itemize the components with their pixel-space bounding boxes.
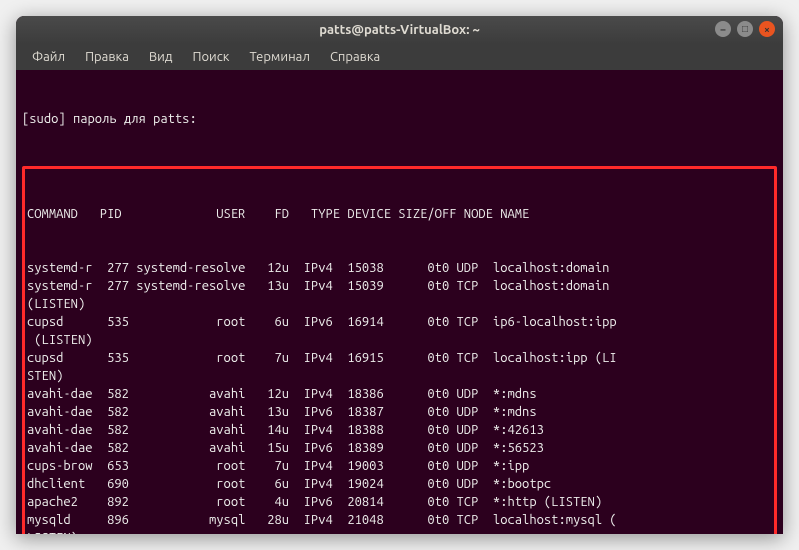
lsof-output-highlight: COMMAND PID USER FD TYPE DEVICE SIZE/OFF… (22, 166, 777, 534)
menubar: Файл Правка Вид Поиск Терминал Справка (16, 44, 783, 70)
menu-search[interactable]: Поиск (184, 48, 237, 66)
table-header-row: COMMAND PID USER FD TYPE DEVICE SIZE/OFF… (27, 205, 772, 223)
menu-terminal[interactable]: Терминал (241, 48, 317, 66)
table-row: (LISTEN) (27, 295, 772, 313)
terminal-body[interactable]: [sudo] пароль для patts: COMMAND PID USE… (16, 70, 783, 534)
terminal-window: patts@patts-VirtualBox: ~ – □ × Файл Пра… (16, 16, 783, 534)
window-controls: – □ × (715, 21, 775, 37)
table-row: avahi-dae 582 avahi 15u IPv6 18389 0t0 U… (27, 439, 772, 457)
menu-help[interactable]: Справка (322, 48, 388, 66)
table-row: mysqld 896 mysql 28u IPv4 21048 0t0 TCP … (27, 511, 772, 529)
table-row: apache2 892 root 4u IPv6 20814 0t0 TCP *… (27, 493, 772, 511)
table-row: dhclient 690 root 6u IPv4 19024 0t0 UDP … (27, 475, 772, 493)
table-row: avahi-dae 582 avahi 12u IPv4 18386 0t0 U… (27, 385, 772, 403)
close-button[interactable]: × (759, 21, 775, 37)
menu-file[interactable]: Файл (24, 48, 73, 66)
table-row: avahi-dae 582 avahi 13u IPv6 18387 0t0 U… (27, 403, 772, 421)
menu-view[interactable]: Вид (141, 48, 181, 66)
table-row: avahi-dae 582 avahi 14u IPv4 18388 0t0 U… (27, 421, 772, 439)
maximize-button[interactable]: □ (737, 21, 753, 37)
table-row: STEN) (27, 367, 772, 385)
titlebar: patts@patts-VirtualBox: ~ – □ × (16, 16, 783, 44)
table-row: cupsd 535 root 7u IPv4 16915 0t0 TCP loc… (27, 349, 772, 367)
table-row: cups-brow 653 root 7u IPv4 19003 0t0 UDP… (27, 457, 772, 475)
table-row: cupsd 535 root 6u IPv6 16914 0t0 TCP ip6… (27, 313, 772, 331)
table-rows: systemd-r 277 systemd-resolve 12u IPv4 1… (27, 259, 772, 534)
table-row: LISTEN) (27, 529, 772, 534)
menu-edit[interactable]: Правка (77, 48, 137, 66)
table-row: systemd-r 277 systemd-resolve 12u IPv4 1… (27, 259, 772, 277)
window-title: patts@patts-VirtualBox: ~ (319, 23, 480, 37)
table-row: systemd-r 277 systemd-resolve 13u IPv4 1… (27, 277, 772, 295)
sudo-prompt-line: [sudo] пароль для patts: (22, 110, 777, 128)
minimize-button[interactable]: – (715, 21, 731, 37)
table-row: (LISTEN) (27, 331, 772, 349)
